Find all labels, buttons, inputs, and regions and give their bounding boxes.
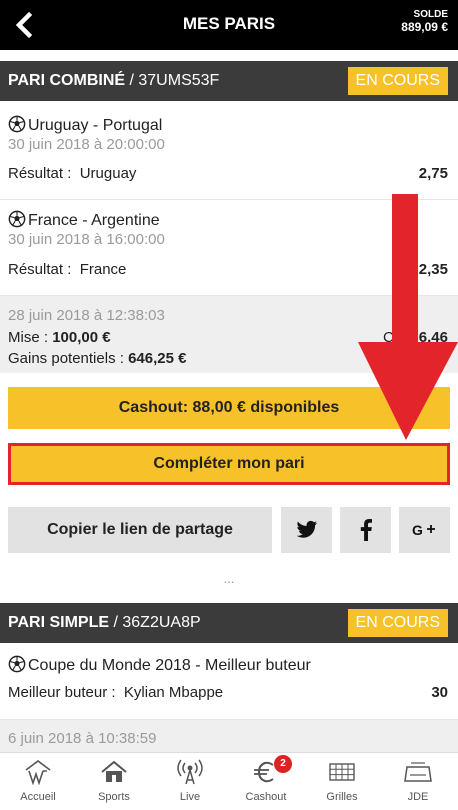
house-icon — [101, 760, 127, 782]
result-label: Meilleur buteur : — [8, 684, 116, 701]
bet-header: PARI COMBINÉ / 37UMS53F EN COURS — [0, 61, 458, 101]
complete-bet-button[interactable]: Compléter mon pari — [8, 443, 450, 485]
match-item: France - Argentine 30 juin 2018 à 16:00:… — [0, 200, 458, 296]
potential-gain-value: 646,25 € — [128, 350, 187, 367]
copy-share-link-button[interactable]: Copier le lien de partage — [8, 507, 272, 553]
match-date: 30 juin 2018 à 20:00:00 — [8, 136, 165, 153]
match-odds: 2,35 — [418, 261, 448, 278]
grid-icon — [329, 763, 355, 781]
match-competition: Coupe du Monde 2018 - Meilleur buteur — [8, 655, 311, 675]
bet-date: 6 juin 2018 à 10:38:59 — [8, 730, 157, 747]
match-odds: 30 — [431, 684, 448, 701]
share-row: Copier le lien de partage G — [0, 507, 458, 553]
match-item: Uruguay - Portugal 30 juin 2018 à 20:00:… — [0, 101, 458, 200]
match-result: Meilleur buteur : Kylian Mbappe — [8, 684, 223, 701]
bet-type: PARI SIMPLE — [8, 614, 110, 631]
bet-summary: 6 juin 2018 à 10:38:59 — [0, 720, 458, 752]
match-date: 30 juin 2018 à 16:00:00 — [8, 231, 165, 248]
balance-label: SOLDE — [413, 9, 448, 20]
nav-item-sports[interactable]: Sports — [76, 753, 152, 810]
bet-code: / 36Z2UA8P — [109, 614, 201, 631]
status-badge: EN COURS — [347, 67, 448, 95]
result-label: Résultat : — [8, 261, 72, 278]
twitter-icon — [296, 520, 317, 538]
match-item: Coupe du Monde 2018 - Meilleur buteur Me… — [0, 643, 458, 720]
bottom-nav: Accueil Sports Live 2 Cashout Grilles JD… — [0, 752, 458, 810]
result-value: Uruguay — [79, 165, 137, 182]
stake-line: Mise : 100,00 € — [8, 329, 111, 346]
balance-value: 889,09 € — [401, 20, 448, 34]
match-teams: Uruguay - Portugal — [8, 115, 162, 135]
twitter-share-button[interactable] — [281, 507, 332, 553]
cashout-button[interactable]: Cashout: 88,00 € disponibles — [8, 387, 450, 429]
soccer-ball-icon — [8, 115, 26, 133]
match-result: Résultat : France — [8, 261, 126, 278]
nav-item-jde[interactable]: JDE — [380, 753, 456, 810]
cashout-badge: 2 — [274, 755, 292, 773]
svg-text:G: G — [412, 522, 423, 538]
nav-item-grilles[interactable]: Grilles — [304, 753, 380, 810]
result-value: France — [79, 261, 127, 278]
page-title: MES PARIS — [182, 14, 276, 33]
balance: SOLDE 889,09 € — [401, 9, 448, 34]
google-plus-icon: G — [412, 522, 435, 538]
app: MES PARIS SOLDE 889,09 € PARI COMBINÉ / … — [0, 0, 458, 810]
bet-code: / 37UMS53F — [125, 72, 220, 89]
stadium-icon — [404, 762, 432, 782]
google-plus-share-button[interactable]: G — [399, 507, 450, 553]
bet-header: PARI SIMPLE / 36Z2UA8P EN COURS — [0, 603, 458, 643]
facebook-share-button[interactable] — [340, 507, 391, 553]
bet-type: PARI COMBINÉ — [8, 72, 126, 89]
total-odds: Co 6,46 — [382, 329, 448, 346]
soccer-ball-icon — [8, 655, 26, 673]
facebook-icon — [360, 518, 372, 541]
nav-item-accueil[interactable]: Accueil — [0, 753, 76, 810]
stake-value: 100,00 € — [52, 329, 111, 346]
status-badge: EN COURS — [347, 609, 448, 637]
bet-title: PARI COMBINÉ / 37UMS53F — [8, 72, 219, 90]
top-bar: MES PARIS SOLDE 889,09 € — [0, 0, 458, 50]
soccer-ball-icon — [8, 210, 26, 228]
home-w-icon — [25, 760, 51, 785]
live-icon — [177, 759, 203, 785]
potential-gain-line: Gains potentiels : 646,25 € — [8, 350, 187, 367]
bet-summary: 28 juin 2018 à 12:38:03 Mise : 100,00 € … — [0, 296, 458, 373]
nav-item-live[interactable]: Live — [152, 753, 228, 810]
more-indicator: ... — [223, 571, 235, 586]
match-teams: France - Argentine — [8, 210, 160, 230]
bet-title: PARI SIMPLE / 36Z2UA8P — [8, 614, 201, 632]
result-label: Résultat : — [8, 165, 72, 182]
bet-date: 28 juin 2018 à 12:38:03 — [8, 307, 165, 324]
result-value: Kylian Mbappe — [123, 684, 224, 701]
match-result: Résultat : Uruguay — [8, 165, 136, 182]
match-odds: 2,75 — [418, 165, 448, 182]
nav-item-cashout[interactable]: 2 Cashout — [228, 753, 304, 810]
